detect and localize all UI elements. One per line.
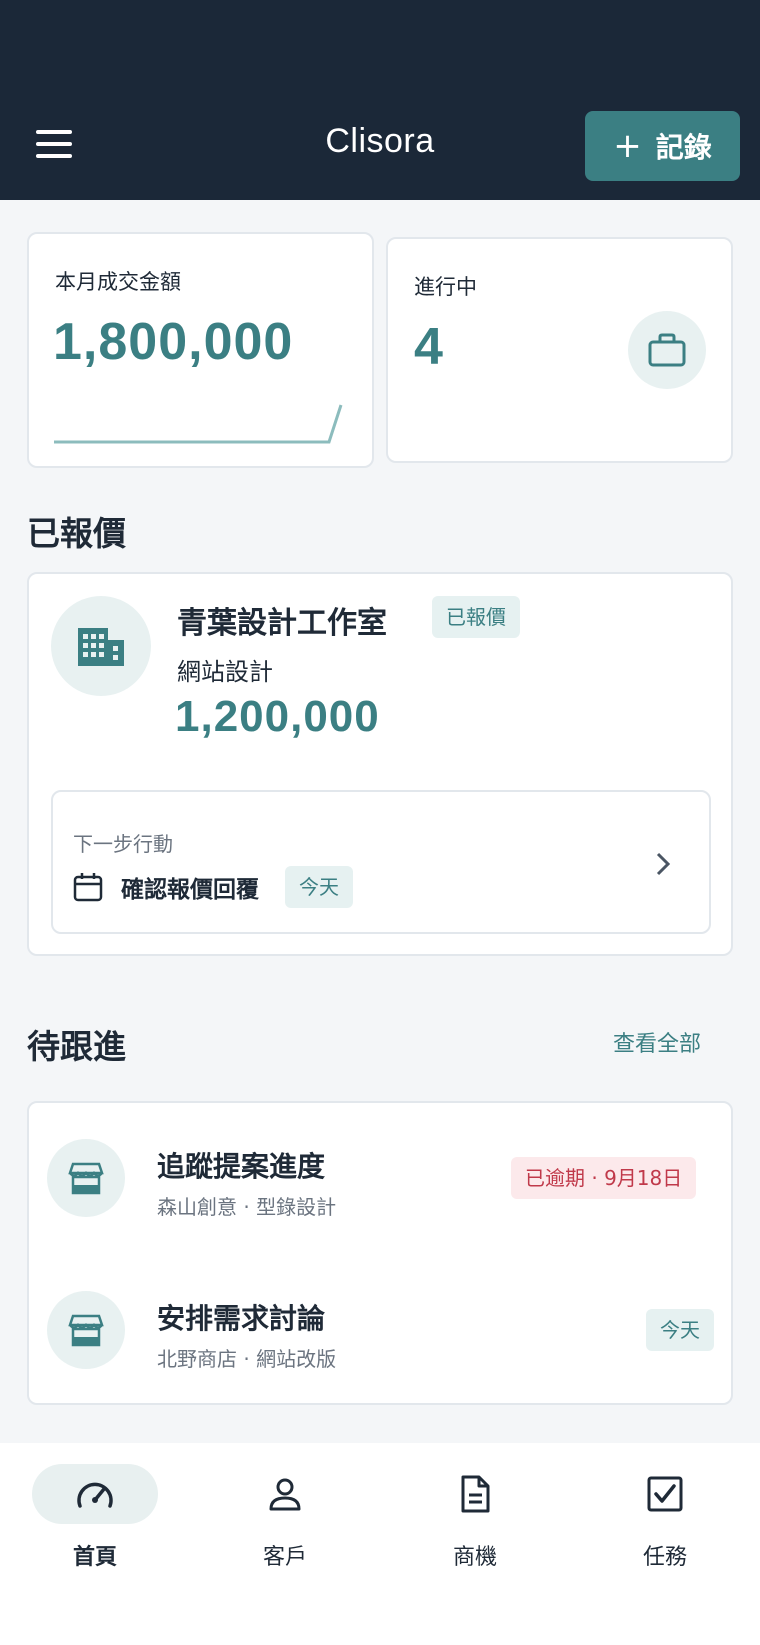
due-badge: 今天 bbox=[646, 1309, 714, 1351]
person-icon bbox=[222, 1464, 348, 1524]
monthly-deal-card: 本月成交金額 1,800,000 bbox=[27, 232, 374, 468]
chevron-right-icon bbox=[656, 852, 671, 876]
next-action-panel[interactable]: 下一步行動 確認報價回覆 今天 bbox=[51, 790, 711, 934]
nav-label-home: 首頁 bbox=[72, 1545, 117, 1570]
checkbox-icon bbox=[602, 1464, 728, 1524]
project-name: 網站設計 bbox=[177, 658, 273, 686]
task-title: 安排需求討論 bbox=[157, 1302, 326, 1335]
next-action-label: 下一步行動 bbox=[73, 832, 173, 856]
app-header: Clisora + 記錄 bbox=[0, 0, 760, 200]
nav-item-home[interactable]: 首頁 bbox=[0, 1461, 190, 1571]
nav-item-clients[interactable]: 客戶 bbox=[190, 1461, 380, 1571]
deal-amount: 1,200,000 bbox=[175, 692, 380, 741]
task-subtitle: 北野商店 · 網站改版 bbox=[157, 1347, 337, 1371]
bottom-nav: 首頁 客戶 商機 任務 bbox=[0, 1443, 760, 1645]
store-icon bbox=[47, 1291, 125, 1369]
follow-up-list: 追蹤提案進度 森山創意 · 型錄設計 已逾期 · 9月18日 安排需求討論 北野… bbox=[27, 1101, 733, 1405]
follow-up-section-title: 待跟進 bbox=[27, 1027, 126, 1066]
plus-icon: + bbox=[613, 126, 642, 166]
calendar-icon bbox=[73, 873, 103, 902]
in-progress-card: 進行中 4 bbox=[386, 237, 733, 463]
company-name: 青葉設計工作室 bbox=[177, 606, 387, 641]
monthly-deal-label: 本月成交金額 bbox=[55, 270, 181, 294]
quoted-section-title: 已報價 bbox=[27, 514, 126, 553]
due-badge: 今天 bbox=[285, 866, 353, 908]
next-action-task: 確認報價回覆 bbox=[121, 877, 259, 903]
monthly-deal-value: 1,800,000 bbox=[53, 313, 294, 371]
task-title: 追蹤提案進度 bbox=[157, 1150, 326, 1183]
store-icon bbox=[47, 1139, 125, 1217]
nav-label-clients: 客戶 bbox=[262, 1545, 307, 1570]
in-progress-value: 4 bbox=[414, 318, 444, 376]
nav-item-opportunities[interactable]: 商機 bbox=[380, 1461, 570, 1571]
quoted-deal-card[interactable]: 青葉設計工作室 已報價 網站設計 1,200,000 下一步行動 確認報價回覆 … bbox=[27, 572, 733, 956]
status-badge: 已報價 bbox=[432, 596, 520, 638]
nav-item-tasks[interactable]: 任務 bbox=[570, 1461, 760, 1571]
gauge-icon bbox=[32, 1464, 158, 1524]
document-icon bbox=[412, 1464, 538, 1524]
task-subtitle: 森山創意 · 型錄設計 bbox=[157, 1195, 337, 1219]
list-item[interactable]: 安排需求討論 北野商店 · 網站改版 今天 bbox=[29, 1253, 731, 1403]
list-item[interactable]: 追蹤提案進度 森山創意 · 型錄設計 已逾期 · 9月18日 bbox=[29, 1103, 731, 1253]
trend-sparkline bbox=[54, 404, 343, 444]
nav-label-tasks: 任務 bbox=[642, 1545, 687, 1570]
in-progress-label: 進行中 bbox=[414, 275, 477, 299]
view-all-link[interactable]: 查看全部 bbox=[613, 1026, 701, 1058]
add-record-label: 記錄 bbox=[655, 131, 712, 164]
building-icon bbox=[51, 596, 151, 696]
overdue-badge: 已逾期 · 9月18日 bbox=[511, 1157, 697, 1199]
nav-label-opportunities: 商機 bbox=[452, 1545, 497, 1570]
add-record-button[interactable]: + 記錄 bbox=[585, 111, 740, 181]
briefcase-icon bbox=[628, 311, 706, 389]
